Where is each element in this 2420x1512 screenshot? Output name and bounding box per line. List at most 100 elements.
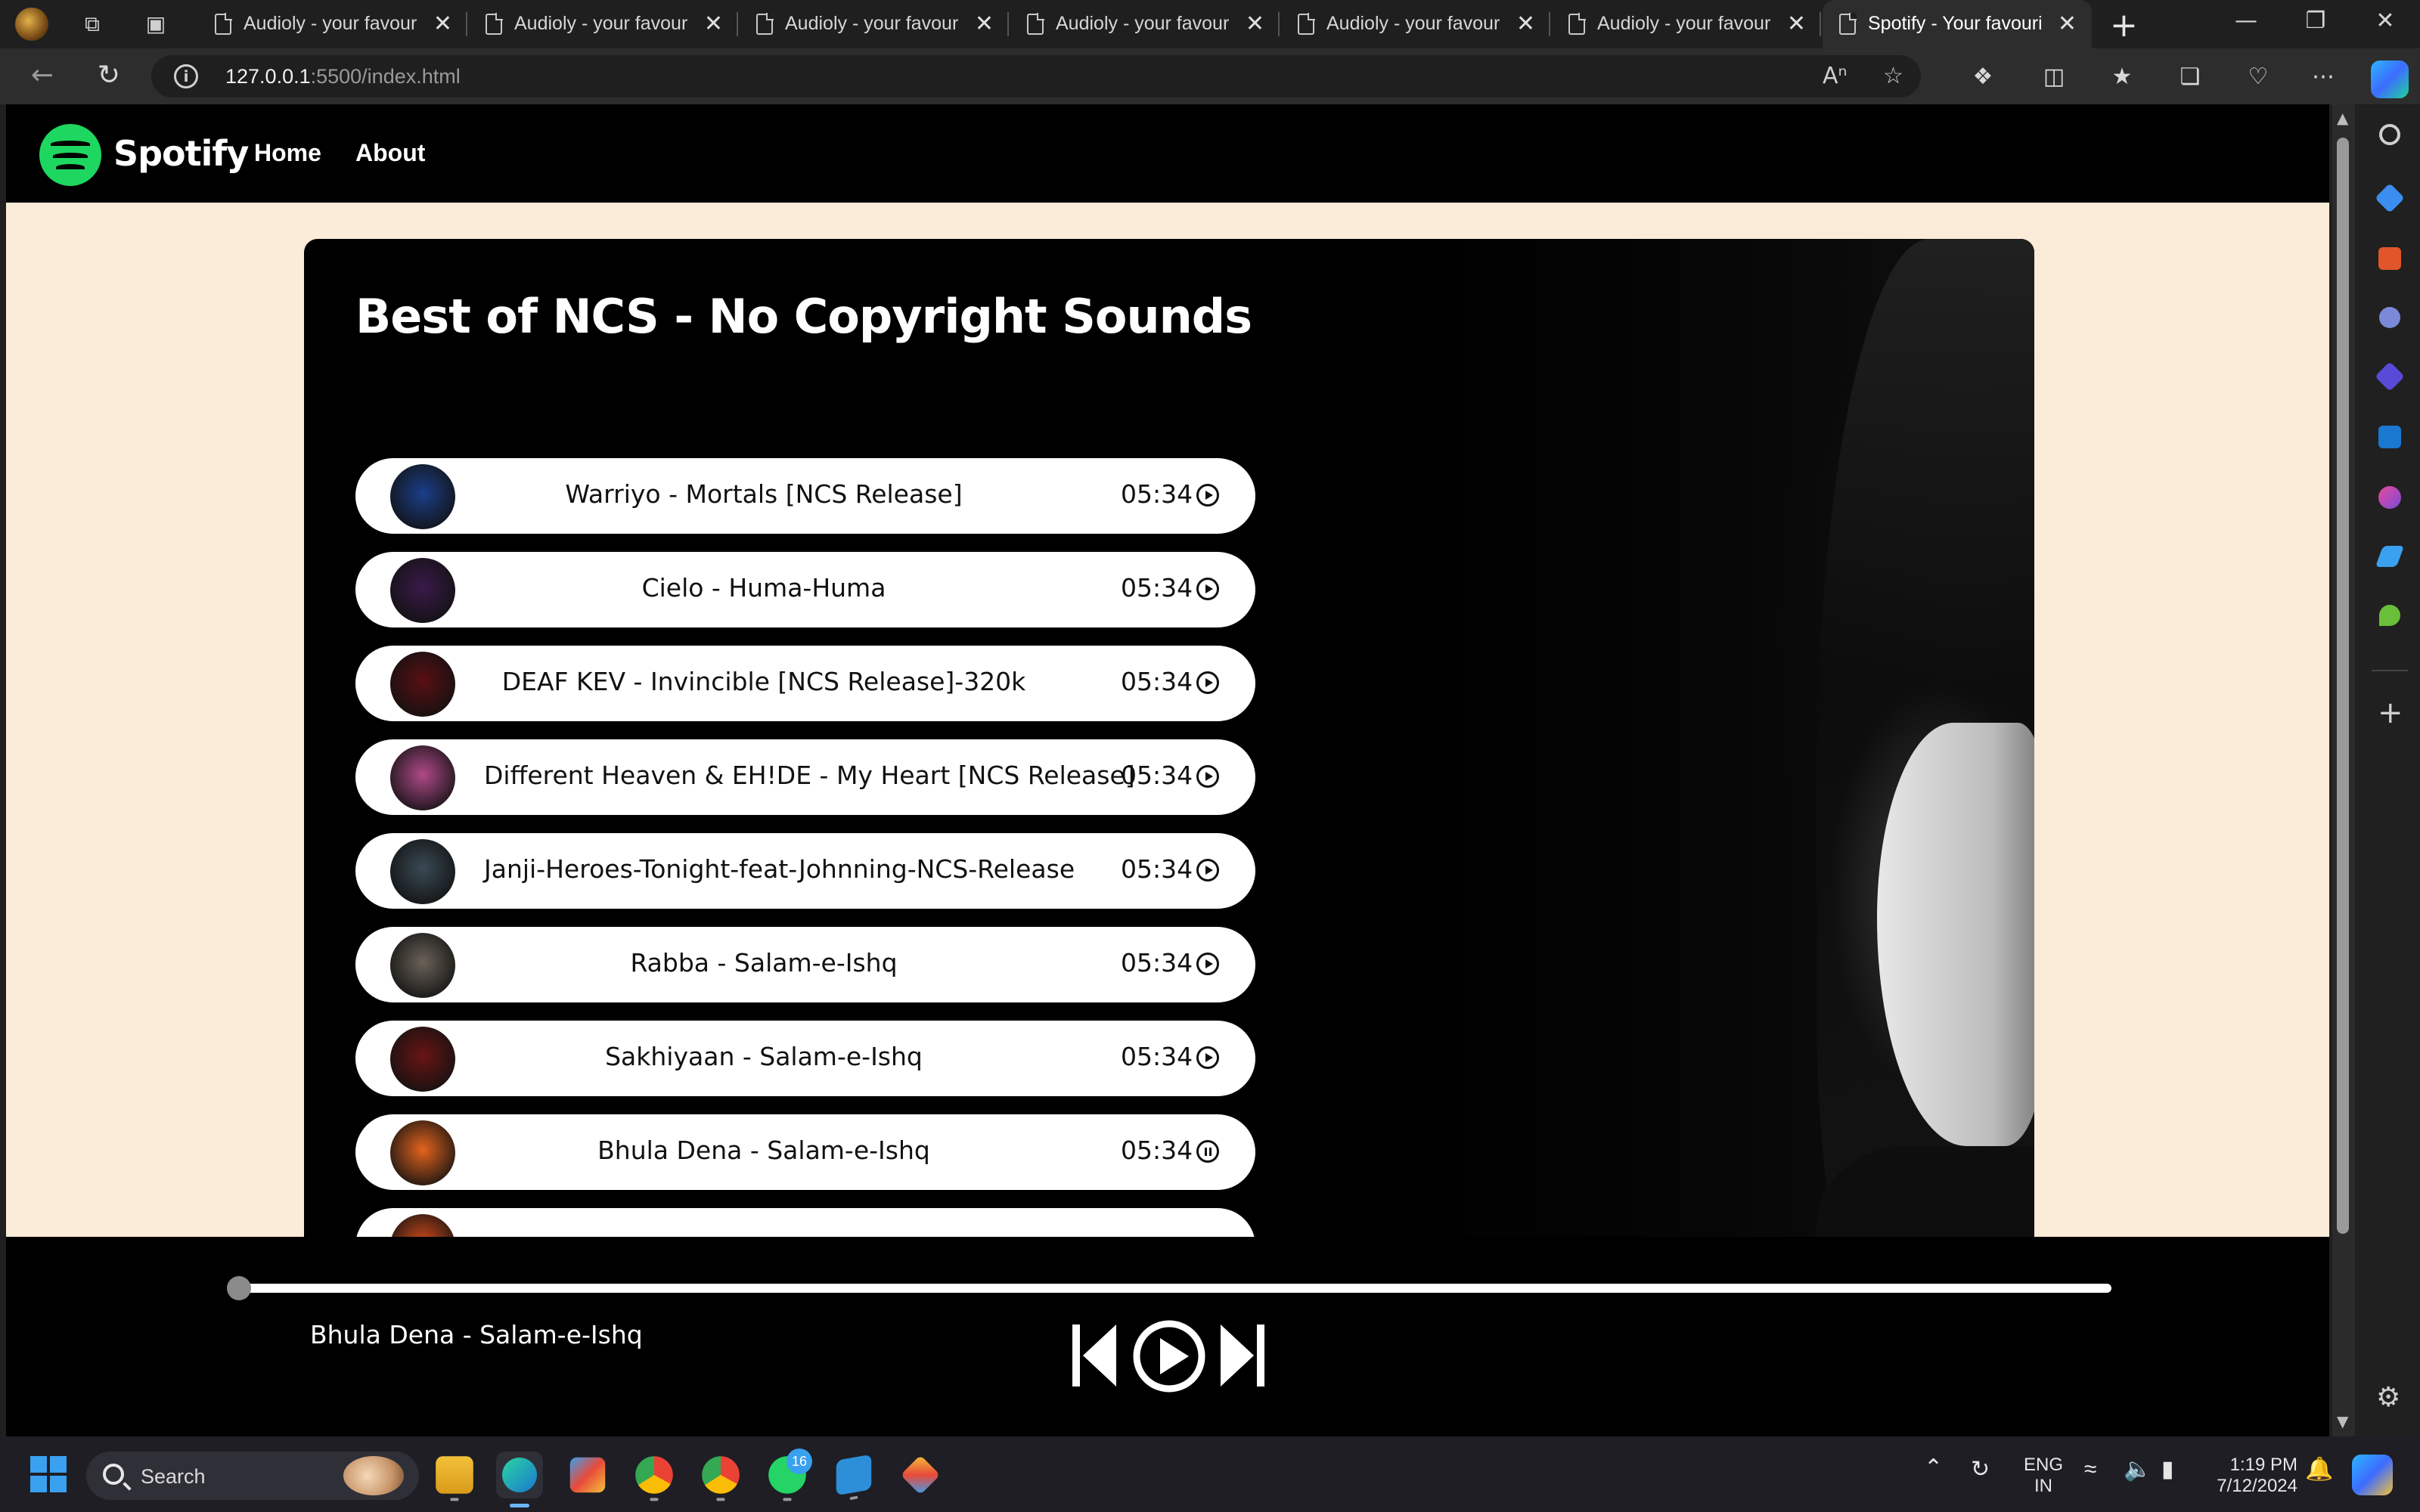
browser-tab[interactable]: Audioly - your favourite music ✕: [1010, 0, 1280, 48]
progress-knob[interactable]: [227, 1276, 251, 1300]
extensions-icon[interactable]: ❖: [1966, 62, 2000, 92]
tab-title: Audioly - your favourite music: [514, 13, 688, 34]
designer-icon[interactable]: [2378, 486, 2401, 509]
scroll-down-arrow-icon[interactable]: ▼: [2337, 1412, 2348, 1430]
new-tab-button[interactable]: +: [2110, 6, 2138, 45]
copilot-sidebar-icon[interactable]: [2375, 361, 2405, 392]
games-icon[interactable]: [2379, 307, 2400, 328]
song-item[interactable]: Bhula Dena - Salam-e-Ishq 05:34: [355, 1114, 1255, 1190]
minimize-button[interactable]: —: [2223, 8, 2269, 34]
refresh-icon[interactable]: ↻: [92, 59, 126, 92]
profile-avatar[interactable]: [15, 8, 48, 41]
play-icon[interactable]: [1196, 671, 1219, 694]
browser-tab[interactable]: Audioly - your favourite music ✕: [740, 0, 1009, 48]
play-icon[interactable]: [1196, 578, 1219, 600]
vertical-tabs-icon[interactable]: ▣: [142, 11, 169, 38]
next-track-icon[interactable]: [1218, 1321, 1267, 1390]
song-item[interactable]: Different Heaven & EH!DE - My Heart [NCS…: [355, 739, 1255, 815]
tools-icon[interactable]: [2378, 247, 2401, 270]
notification-bell-icon[interactable]: 🔔: [2305, 1458, 2333, 1481]
sidebar-settings-icon[interactable]: ⚙: [2376, 1382, 2400, 1413]
app-launcher-icon[interactable]: [900, 1455, 941, 1495]
read-aloud-icon[interactable]: Aⁿ: [1823, 63, 1847, 89]
shopping-tag-icon[interactable]: [2375, 183, 2405, 213]
send-icon[interactable]: [2375, 546, 2405, 567]
restore-button[interactable]: ❐: [2293, 8, 2338, 34]
song-cover-image: [390, 464, 455, 529]
favorite-star-icon[interactable]: ☆: [1883, 63, 1903, 89]
song-item[interactable]: Warriyo - Mortals [NCS Release] 05:34: [355, 458, 1255, 534]
scroll-up-arrow-icon[interactable]: ▲: [2337, 109, 2348, 127]
chrome-profile-1-icon[interactable]: [635, 1456, 673, 1501]
browser-tab[interactable]: Spotify - Your favourite music ✕: [1823, 0, 2092, 48]
language-indicator[interactable]: ENG IN: [2024, 1455, 2063, 1497]
song-title: DEAF KEV - Invincible [NCS Release]-320k: [501, 667, 1026, 696]
close-tab-icon[interactable]: ✕: [1516, 11, 1535, 38]
back-icon[interactable]: ←: [26, 59, 59, 92]
clock[interactable]: 1:19 PM 7/12/2024: [2207, 1455, 2297, 1497]
copilot-taskbar-icon[interactable]: [2352, 1455, 2393, 1495]
song-item[interactable]: Sakhiyaan - Salam-e-Ishq 05:34: [355, 1021, 1255, 1096]
more-menu-icon[interactable]: ⋯: [2307, 62, 2340, 92]
pause-icon[interactable]: [1196, 1140, 1219, 1163]
edge-taskbar-icon[interactable]: [496, 1452, 543, 1507]
outlook-icon[interactable]: [2378, 426, 2401, 448]
show-hidden-icons-chevron-icon[interactable]: ⌃: [1924, 1457, 1943, 1479]
play-icon[interactable]: [1196, 953, 1219, 975]
vscode-icon[interactable]: [836, 1454, 872, 1501]
song-item[interactable]: Janji-Heroes-Tonight-feat-Johnning-NCS-R…: [355, 833, 1255, 909]
song-cover-image: [390, 652, 455, 717]
add-sidebar-app-icon[interactable]: +: [2378, 696, 2403, 730]
song-item[interactable]: Cielo - Huma-Huma 05:34: [355, 552, 1255, 627]
chrome-profile-2-icon[interactable]: [702, 1456, 740, 1501]
close-tab-icon[interactable]: ✕: [1246, 11, 1264, 38]
close-tab-icon[interactable]: ✕: [1787, 11, 1806, 38]
split-screen-icon[interactable]: ◫: [2037, 62, 2071, 92]
site-info-icon[interactable]: i: [174, 64, 198, 88]
sync-icon[interactable]: ↻: [1971, 1458, 1990, 1481]
microsoft-store-icon[interactable]: [569, 1457, 606, 1493]
windows-start-icon[interactable]: [30, 1456, 67, 1492]
close-tab-icon[interactable]: ✕: [975, 11, 994, 38]
volume-icon[interactable]: 🔈: [2124, 1458, 2152, 1481]
play-icon[interactable]: [1196, 484, 1219, 507]
browser-tab[interactable]: Audioly - your favourite music ✕: [469, 0, 738, 48]
bottom-player: Bhula Dena - Salam-e-Ishq: [6, 1237, 2329, 1436]
nav-link-about[interactable]: About: [355, 139, 425, 167]
song-cover-image: [390, 1120, 455, 1185]
close-tab-icon[interactable]: ✕: [2058, 11, 2077, 38]
favorites-icon[interactable]: ★: [2105, 62, 2139, 92]
copilot-icon[interactable]: [2371, 60, 2409, 98]
browser-essentials-icon[interactable]: ♡: [2242, 62, 2275, 92]
wifi-icon[interactable]: ≈: [2084, 1458, 2096, 1481]
browser-tab[interactable]: Audioly - your favourite music ✕: [1552, 0, 1821, 48]
tree-icon[interactable]: [2379, 605, 2400, 626]
browser-tab[interactable]: Audioly - your favourite music ✕: [198, 0, 467, 48]
page-scrollbar[interactable]: ▲ ▼: [2332, 104, 2355, 1436]
close-tab-icon[interactable]: ✕: [433, 11, 452, 38]
scrollbar-thumb[interactable]: [2337, 138, 2349, 1234]
play-icon[interactable]: [1196, 859, 1219, 881]
play-icon[interactable]: [1196, 765, 1219, 788]
close-window-button[interactable]: ✕: [2363, 8, 2408, 34]
address-bar[interactable]: i 127.0.0.1:5500/index.html Aⁿ ☆: [151, 55, 1921, 98]
previous-track-icon[interactable]: [1069, 1321, 1119, 1390]
spotify-logo-icon[interactable]: [39, 124, 101, 186]
close-tab-icon[interactable]: ✕: [704, 11, 723, 38]
song-item[interactable]: Rabba - Salam-e-Ishq 05:34: [355, 927, 1255, 1002]
browser-tab[interactable]: Audioly - your favourite music ✕: [1281, 0, 1550, 48]
play-pause-icon[interactable]: [1131, 1318, 1207, 1394]
collections-icon[interactable]: ❏: [2173, 62, 2207, 92]
brand-name[interactable]: Spotify: [113, 133, 249, 174]
play-icon[interactable]: [1196, 1046, 1219, 1069]
url-path: :5500/index.html: [310, 65, 461, 88]
url-text[interactable]: 127.0.0.1:5500/index.html: [225, 65, 461, 88]
search-icon[interactable]: [2379, 124, 2400, 145]
file-explorer-icon[interactable]: [436, 1456, 473, 1501]
progress-bar[interactable]: [227, 1276, 2111, 1300]
nav-link-home[interactable]: Home: [254, 139, 321, 167]
battery-icon[interactable]: ▮: [2161, 1458, 2174, 1481]
workspaces-icon[interactable]: ⧉: [79, 11, 106, 38]
taskbar-search[interactable]: Search: [86, 1452, 419, 1500]
song-item[interactable]: DEAF KEV - Invincible [NCS Release]-320k…: [355, 646, 1255, 721]
